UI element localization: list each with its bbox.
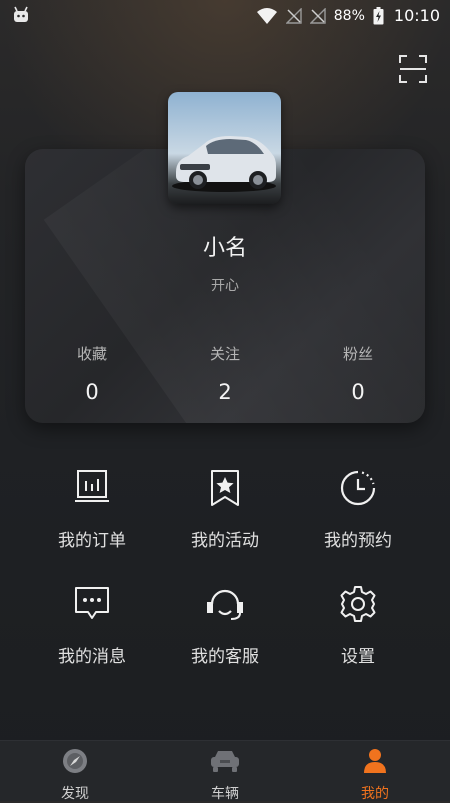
menu-settings[interactable]: 设置 (288, 584, 428, 667)
nav-mine[interactable]: 我的 (300, 741, 450, 802)
scan-button[interactable] (398, 54, 428, 84)
menu-label: 我的预约 (324, 531, 392, 551)
gear-icon (340, 586, 376, 622)
signature: 开心 (211, 278, 239, 294)
car-icon (211, 751, 239, 772)
battery-charging-icon (373, 6, 384, 24)
nav-label: 发现 (61, 786, 89, 802)
stat-fans[interactable]: 粉丝 0 (298, 343, 418, 404)
avatar[interactable] (168, 92, 281, 204)
menu-label: 我的活动 (191, 531, 259, 551)
orders-icon (75, 470, 109, 502)
menu-label: 设置 (341, 647, 375, 667)
car-photo (172, 136, 276, 192)
stat-label: 关注 (209, 345, 240, 363)
user-icon (364, 749, 386, 773)
menu-my-appointments[interactable]: 我的预约 (288, 468, 428, 551)
clock: 10:10 (393, 6, 440, 25)
battery-percent: 88% (333, 7, 365, 24)
nav-label: 我的 (361, 786, 389, 802)
menu-label: 我的客服 (191, 647, 259, 667)
android-debug-icon (12, 6, 30, 28)
menu-my-orders[interactable]: 我的订单 (22, 468, 162, 551)
bookmark-star-icon (211, 470, 239, 506)
stat-value: 2 (218, 380, 232, 404)
no-signal-icon (285, 7, 302, 24)
message-icon (75, 587, 109, 619)
wifi-icon (256, 7, 277, 24)
headset-icon (207, 589, 243, 620)
status-bar: 88% 10:10 (0, 0, 450, 32)
bottom-nav: 发现 车辆 我的 (0, 740, 450, 802)
stat-value: 0 (351, 380, 365, 404)
compass-icon (63, 749, 87, 773)
menu-label: 我的订单 (58, 531, 126, 551)
no-signal-icon (309, 7, 326, 24)
menu-label: 我的消息 (58, 647, 126, 667)
nav-label: 车辆 (211, 786, 239, 802)
menu-my-activities[interactable]: 我的活动 (155, 468, 295, 551)
stat-following[interactable]: 关注 2 (165, 343, 285, 404)
stat-label: 收藏 (76, 345, 107, 363)
nav-vehicles[interactable]: 车辆 (150, 741, 300, 802)
menu-my-messages[interactable]: 我的消息 (22, 584, 162, 667)
stat-label: 粉丝 (342, 345, 373, 363)
stat-favorites[interactable]: 收藏 0 (32, 343, 152, 404)
menu-my-customer-service[interactable]: 我的客服 (155, 584, 295, 667)
scan-icon (399, 55, 427, 83)
stat-value: 0 (85, 380, 99, 404)
nav-discover[interactable]: 发现 (0, 741, 150, 802)
username: 小名 (202, 236, 247, 261)
clock-icon (340, 470, 376, 506)
